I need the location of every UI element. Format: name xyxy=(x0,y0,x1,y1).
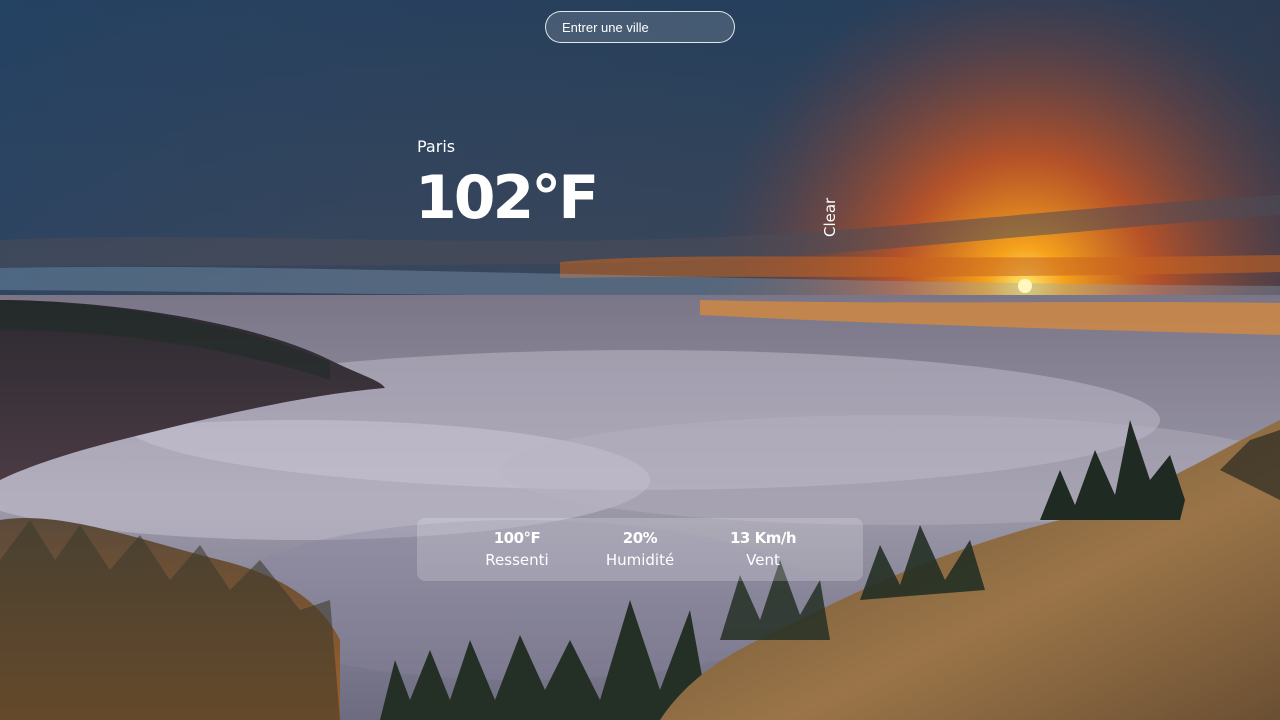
search-bar xyxy=(545,11,735,43)
background-image xyxy=(0,0,1280,720)
city-name: Paris xyxy=(417,137,456,156)
weather-condition: Clear xyxy=(821,197,839,237)
humidity-label: Humidité xyxy=(605,551,675,569)
weather-details-panel: 100°F Ressenti 20% Humidité 13 Km/h Vent xyxy=(417,518,863,581)
wind-value: 13 Km/h xyxy=(729,529,797,547)
wind-stat: 13 Km/h Vent xyxy=(703,527,823,571)
wind-label: Vent xyxy=(746,551,780,569)
feels-like-label: Ressenti xyxy=(485,551,549,569)
city-search-input[interactable] xyxy=(545,11,735,43)
feels-like-value: 100°F xyxy=(493,529,541,547)
feels-like-stat: 100°F Ressenti xyxy=(457,527,577,571)
humidity-value: 20% xyxy=(622,529,658,547)
current-temperature: 102°F xyxy=(415,163,599,233)
humidity-stat: 20% Humidité xyxy=(580,527,700,571)
